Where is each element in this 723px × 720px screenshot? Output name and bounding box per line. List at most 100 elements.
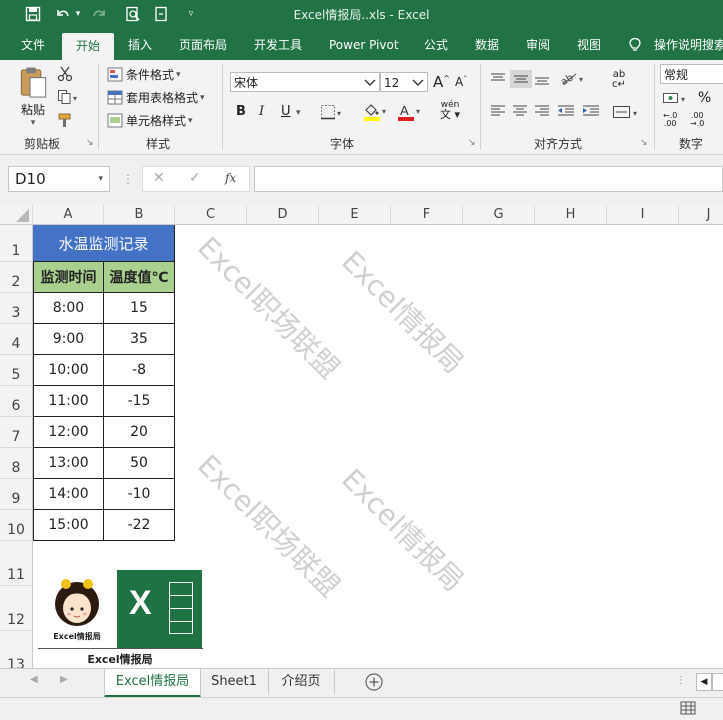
tab-home[interactable]: 开始 (62, 33, 114, 60)
cell-time[interactable]: 8:00 (33, 293, 104, 324)
orientation-icon[interactable]: ab ▾ (560, 70, 586, 86)
select-all-button[interactable] (0, 205, 33, 225)
cell-time[interactable]: 9:00 (33, 324, 104, 355)
column-header-j[interactable]: J (679, 205, 723, 225)
tell-me-search[interactable]: 操作说明搜索 (628, 30, 723, 60)
cell-temperature[interactable]: -10 (104, 479, 175, 510)
align-bottom-icon[interactable] (534, 72, 550, 86)
row-header-13[interactable]: 13 (0, 631, 33, 668)
table-header-time[interactable]: 监测时间 (33, 262, 104, 293)
row-header-11[interactable]: 11 (0, 541, 33, 586)
add-sheet-icon[interactable] (364, 672, 384, 695)
copy-icon[interactable]: ▾ (57, 89, 79, 105)
row-header-7[interactable]: 7 (0, 417, 33, 448)
fill-color-icon[interactable]: ▾ (362, 102, 388, 122)
decrease-decimal-icon[interactable]: .00 →.0 (690, 112, 704, 128)
underline-button[interactable]: U (281, 104, 291, 119)
align-right-icon[interactable] (534, 104, 550, 118)
horizontal-scrollbar[interactable] (712, 673, 723, 691)
column-header-h[interactable]: H (535, 205, 607, 225)
tab-file[interactable]: 文件 (21, 30, 45, 60)
cell-temperature[interactable]: -22 (104, 510, 175, 541)
percent-style-button[interactable]: % (698, 90, 711, 106)
scroll-tabs-left-icon[interactable]: ◀ (30, 674, 38, 685)
cell-temperature[interactable]: -8 (104, 355, 175, 386)
format-as-table-button[interactable]: 套用表格格式 ▾ (107, 89, 205, 106)
tab-data[interactable]: 数据 (475, 30, 499, 60)
clipboard-launcher-icon[interactable]: ↘ (86, 138, 94, 148)
font-name-select[interactable]: 宋体 (230, 72, 380, 92)
cell-time[interactable]: 11:00 (33, 386, 104, 417)
conditional-format-button[interactable]: 条件格式 ▾ (107, 66, 181, 83)
underline-dropdown-icon[interactable]: ▾ (296, 108, 301, 118)
cut-icon[interactable] (57, 66, 73, 82)
column-header-i[interactable]: I (607, 205, 679, 225)
row-header-12[interactable]: 12 (0, 586, 33, 631)
cell-time[interactable]: 14:00 (33, 479, 104, 510)
decrease-indent-icon[interactable] (557, 104, 575, 118)
formula-input[interactable] (254, 166, 723, 192)
paste-dropdown-icon[interactable]: ▾ (31, 118, 36, 128)
name-box[interactable]: D10 ▾ (8, 166, 110, 192)
chevron-down-icon[interactable]: ▾ (98, 167, 103, 191)
format-painter-icon[interactable] (57, 112, 75, 128)
formula-bar-grip-icon[interactable]: ⋮ (122, 172, 134, 186)
worksheet-grid[interactable]: A B C D E F G H I J 1 2 3 4 5 6 7 8 9 10… (0, 205, 723, 668)
normal-view-icon[interactable] (680, 701, 696, 718)
row-header-3[interactable]: 3 (0, 293, 33, 324)
italic-button[interactable]: I (259, 104, 264, 119)
row-header-4[interactable]: 4 (0, 324, 33, 355)
increase-decimal-icon[interactable]: ←.0.00 (663, 112, 677, 128)
sheet-tab[interactable]: Sheet1 (200, 669, 269, 695)
font-color-icon[interactable]: A ▾ (396, 102, 422, 122)
column-header-d[interactable]: D (247, 205, 319, 225)
align-top-icon[interactable] (490, 72, 506, 86)
increase-indent-icon[interactable] (582, 104, 600, 118)
bold-button[interactable]: B (236, 104, 246, 119)
tab-formulas[interactable]: 公式 (424, 30, 448, 60)
row-header-9[interactable]: 9 (0, 479, 33, 510)
cell-temperature[interactable]: 35 (104, 324, 175, 355)
column-header-c[interactable]: C (175, 205, 247, 225)
column-header-b[interactable]: B (104, 205, 175, 225)
align-left-icon[interactable] (490, 104, 506, 118)
row-header-5[interactable]: 5 (0, 355, 33, 386)
column-header-f[interactable]: F (391, 205, 463, 225)
merge-center-icon[interactable]: ▾ (612, 104, 640, 120)
cell-temperature[interactable]: 20 (104, 417, 175, 448)
table-header-temperature[interactable]: 温度值℃ (104, 262, 175, 293)
shrink-font-button[interactable]: Aˇ (455, 75, 467, 90)
row-header-6[interactable]: 6 (0, 386, 33, 417)
accounting-format-icon[interactable]: ▾ (662, 90, 692, 106)
font-size-select[interactable]: 12 (380, 72, 428, 92)
row-header-1[interactable]: 1 (0, 225, 33, 262)
column-header-g[interactable]: G (463, 205, 535, 225)
tab-page-layout[interactable]: 页面布局 (179, 30, 227, 60)
borders-icon[interactable]: ▾ (320, 104, 344, 120)
tab-power-pivot[interactable]: Power Pivot (329, 30, 399, 60)
insert-function-icon[interactable]: fx (225, 171, 236, 185)
column-header-e[interactable]: E (319, 205, 391, 225)
font-launcher-icon[interactable]: ↘ (468, 138, 476, 148)
align-center-icon[interactable] (512, 104, 528, 118)
cell-temperature[interactable]: 15 (104, 293, 175, 324)
tab-developer[interactable]: 开发工具 (254, 30, 302, 60)
tab-split-icon[interactable]: ⋮ (676, 675, 686, 686)
row-header-2[interactable]: 2 (0, 262, 33, 293)
cell-time[interactable]: 10:00 (33, 355, 104, 386)
enter-icon[interactable]: ✓ (189, 170, 201, 186)
tab-review[interactable]: 审阅 (526, 30, 550, 60)
cell-styles-button[interactable]: 单元格样式 ▾ (107, 112, 193, 129)
alignment-launcher-icon[interactable]: ↘ (640, 138, 648, 148)
cell-time[interactable]: 15:00 (33, 510, 104, 541)
table-title[interactable]: 水温监测记录 (33, 225, 175, 262)
grow-font-button[interactable]: A ^ (433, 73, 450, 91)
number-format-select[interactable]: 常规 (660, 64, 723, 84)
scroll-tabs-right-icon[interactable]: ▶ (60, 674, 68, 685)
cancel-icon[interactable]: ✕ (153, 170, 165, 186)
tab-insert[interactable]: 插入 (128, 30, 152, 60)
column-header-a[interactable]: A (33, 205, 104, 225)
paste-button[interactable]: 粘贴 ▾ (14, 66, 52, 128)
sheet-tab[interactable]: 介绍页 (268, 669, 335, 695)
cell-time[interactable]: 12:00 (33, 417, 104, 448)
